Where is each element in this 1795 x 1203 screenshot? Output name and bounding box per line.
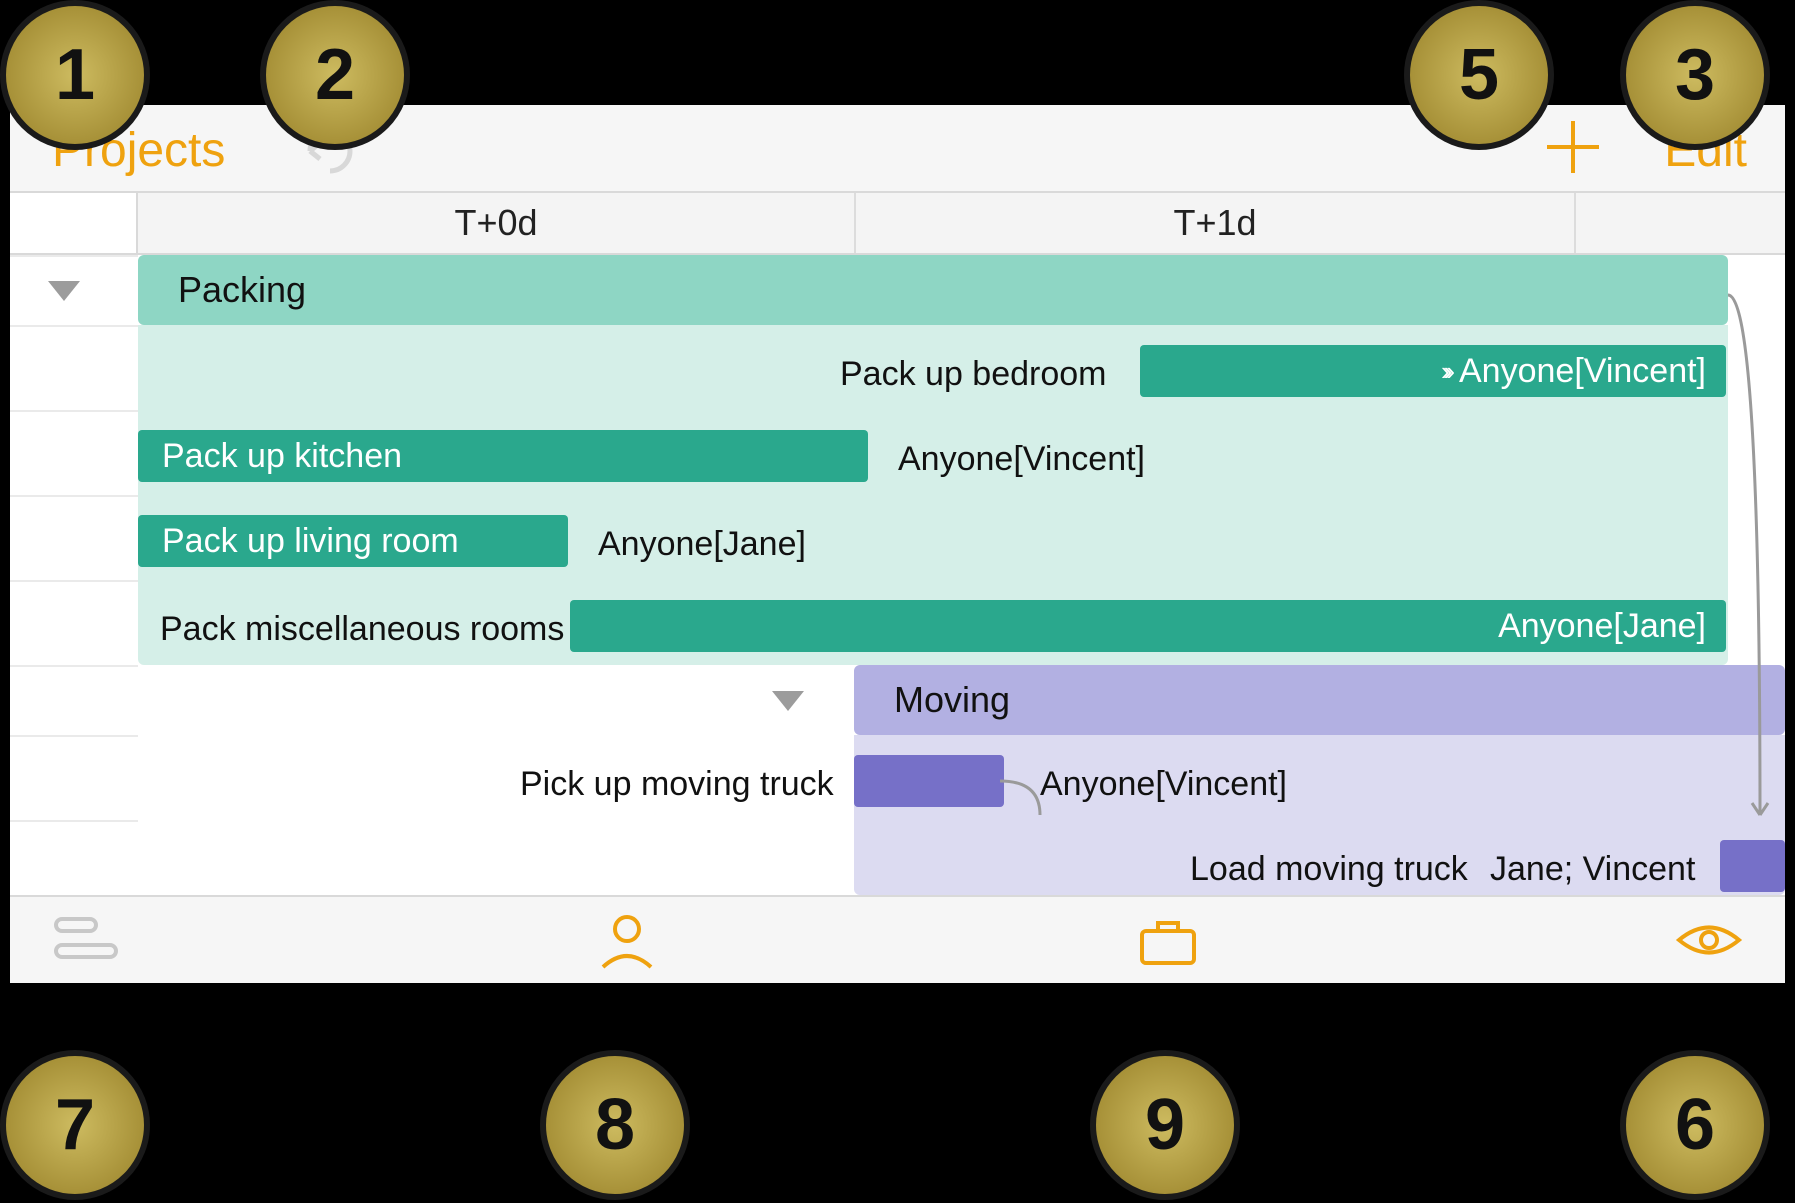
callout-badge-9: 9 bbox=[1090, 1050, 1240, 1200]
task-assignee: Anyone[Jane] bbox=[1498, 607, 1706, 646]
task-bar-pack-bedroom[interactable]: ››› Anyone[Vincent] bbox=[1140, 345, 1726, 397]
add-button[interactable] bbox=[1541, 115, 1605, 179]
task-assignee: Anyone[Jane] bbox=[598, 525, 806, 564]
task-assignee: Anyone[Vincent] bbox=[1040, 765, 1287, 804]
task-bar-pack-livingroom[interactable]: Pack up living room bbox=[138, 515, 568, 567]
bottom-tabbar bbox=[10, 895, 1785, 983]
gutter-header bbox=[10, 193, 138, 253]
task-label: Pack up living room bbox=[138, 522, 483, 561]
group-header-packing[interactable]: Packing bbox=[138, 255, 1728, 325]
task-bar-pickup-truck[interactable] bbox=[854, 755, 1004, 807]
task-assignee: Jane; Vincent bbox=[1490, 850, 1695, 889]
task-bar-pack-kitchen[interactable]: Pack up kitchen bbox=[138, 430, 868, 482]
group-label: Packing bbox=[178, 269, 306, 311]
callout-badge-1: 1 bbox=[0, 0, 150, 150]
contacts-icon[interactable] bbox=[591, 911, 663, 969]
callout-badge-7: 7 bbox=[0, 1050, 150, 1200]
callout-badge-6: 6 bbox=[1620, 1050, 1770, 1200]
gantt-chart[interactable]: Packing Pack up bedroom ››› Anyone[Vince… bbox=[10, 255, 1785, 895]
gantt-view-icon[interactable] bbox=[50, 911, 122, 969]
group-header-moving[interactable]: Moving bbox=[854, 665, 1785, 735]
task-bar-load-truck[interactable] bbox=[1720, 840, 1785, 892]
briefcase-icon[interactable] bbox=[1132, 911, 1204, 969]
task-assignee: Anyone[Vincent] bbox=[1459, 352, 1706, 391]
task-label: Pick up moving truck bbox=[520, 765, 834, 804]
timeline-column-1: T+1d bbox=[854, 193, 1574, 253]
app-screen: Projects Edit T+0d T+1d bbox=[10, 105, 1785, 983]
task-label: Pack up bedroom bbox=[840, 355, 1120, 394]
task-assignee: Anyone[Vincent] bbox=[898, 440, 1145, 479]
disclosure-triangle-icon[interactable] bbox=[770, 687, 806, 715]
disclosure-triangle-icon[interactable] bbox=[46, 277, 82, 305]
row-gutter bbox=[10, 255, 138, 895]
task-label: Pack up kitchen bbox=[138, 437, 426, 476]
task-label: Load moving truck bbox=[1190, 850, 1468, 889]
callout-badge-3: 3 bbox=[1620, 0, 1770, 150]
timeline-header: T+0d T+1d bbox=[10, 193, 1785, 255]
callout-badge-2: 2 bbox=[260, 0, 410, 150]
task-bar-pack-misc[interactable]: Anyone[Jane] bbox=[570, 600, 1726, 652]
timeline-divider bbox=[1574, 193, 1576, 253]
timeline-column-0: T+0d bbox=[138, 193, 854, 253]
overflow-right-icon: ››› bbox=[1441, 356, 1449, 387]
eye-icon[interactable] bbox=[1673, 911, 1745, 969]
callout-badge-8: 8 bbox=[540, 1050, 690, 1200]
group-label: Moving bbox=[894, 679, 1010, 721]
task-label: Pack miscellaneous rooms bbox=[160, 610, 564, 649]
callout-badge-5: 5 bbox=[1404, 0, 1554, 150]
